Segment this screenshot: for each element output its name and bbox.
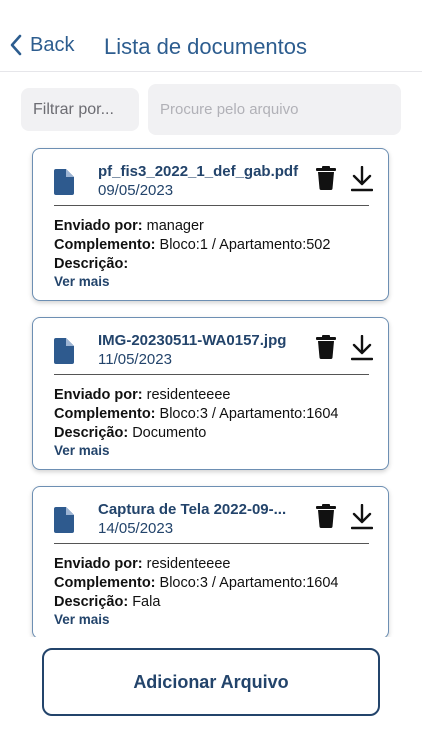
sender-value: residenteeee	[146, 387, 231, 403]
back-label: Back	[30, 33, 75, 56]
document-filename[interactable]: pf_fis3_2022_1_def_gab.pdf	[98, 163, 311, 180]
see-more-link[interactable]: Ver mais	[54, 443, 110, 458]
back-button[interactable]: Back	[8, 33, 74, 57]
sender-row: Enviado por: residenteeee	[54, 556, 231, 572]
filter-label: Filtrar por...	[33, 100, 114, 118]
chevron-left-icon	[10, 34, 22, 56]
see-more-link[interactable]: Ver mais	[54, 612, 110, 627]
complement-row: Complemento: Bloco:1 / Apartamento:502	[54, 237, 330, 253]
add-file-label: Adicionar Arquivo	[133, 671, 289, 692]
document-date: 14/05/2023	[98, 520, 174, 537]
see-more-link[interactable]: Ver mais	[54, 274, 110, 289]
document-date: 09/05/2023	[98, 182, 174, 199]
description-value: Documento	[132, 425, 207, 441]
complement-row: Complemento: Bloco:3 / Apartamento:1604	[54, 406, 339, 422]
trash-icon[interactable]	[316, 504, 336, 528]
document-filename[interactable]: Captura de Tela 2022-09-...	[98, 501, 311, 518]
complement-label: Complemento:	[54, 406, 156, 422]
document-card: pf_fis3_2022_1_def_gab.pdf 09/05/2023 En…	[32, 148, 389, 301]
description-row: Descrição: Documento	[54, 425, 206, 441]
sender-value: residenteeee	[146, 556, 231, 572]
complement-label: Complemento:	[54, 575, 156, 591]
description-label: Descrição:	[54, 256, 129, 272]
trash-icon[interactable]	[316, 335, 336, 359]
sender-row: Enviado por: manager	[54, 218, 204, 234]
trash-icon[interactable]	[316, 166, 336, 190]
complement-value: Bloco:3 / Apartamento:1604	[159, 575, 339, 591]
documents-list[interactable]: pf_fis3_2022_1_def_gab.pdf 09/05/2023 En…	[0, 145, 422, 637]
description-row: Descrição:	[54, 256, 128, 272]
document-file-icon	[54, 507, 74, 533]
search-input[interactable]	[148, 84, 401, 135]
sender-label: Enviado por:	[54, 387, 143, 403]
complement-value: Bloco:3 / Apartamento:1604	[159, 406, 339, 422]
download-icon[interactable]	[351, 166, 373, 192]
description-row: Descrição: Fala	[54, 594, 160, 610]
complement-label: Complemento:	[54, 237, 156, 253]
description-label: Descrição:	[54, 425, 129, 441]
sender-row: Enviado por: residenteeee	[54, 387, 231, 403]
header-bar: Back Lista de documentos	[0, 0, 422, 72]
add-file-button[interactable]: Adicionar Arquivo	[42, 648, 380, 716]
document-file-icon	[54, 338, 74, 364]
download-icon[interactable]	[351, 335, 373, 361]
page-title: Lista de documentos	[104, 34, 308, 59]
divider	[54, 543, 369, 544]
sender-value: manager	[146, 218, 204, 234]
filter-dropdown[interactable]: Filtrar por...	[21, 88, 139, 131]
document-filename[interactable]: IMG-20230511-WA0157.jpg	[98, 332, 311, 349]
divider	[54, 205, 369, 206]
sender-label: Enviado por:	[54, 218, 143, 234]
complement-value: Bloco:1 / Apartamento:502	[159, 237, 331, 253]
sender-label: Enviado por:	[54, 556, 143, 572]
divider	[54, 374, 369, 375]
document-file-icon	[54, 169, 74, 195]
description-label: Descrição:	[54, 594, 129, 610]
description-value: Fala	[132, 594, 161, 610]
document-card: IMG-20230511-WA0157.jpg 11/05/2023 Envia…	[32, 317, 389, 470]
document-card: Captura de Tela 2022-09-... 14/05/2023 E…	[32, 486, 389, 637]
complement-row: Complemento: Bloco:3 / Apartamento:1604	[54, 575, 339, 591]
download-icon[interactable]	[351, 504, 373, 530]
document-date: 11/05/2023	[98, 351, 172, 368]
